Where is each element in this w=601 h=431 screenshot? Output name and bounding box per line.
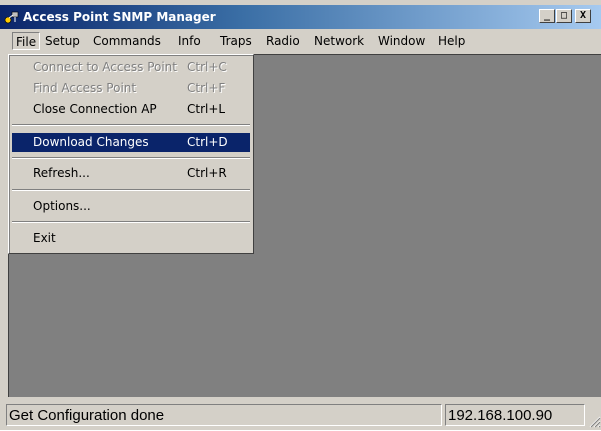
menu-window[interactable]: Window xyxy=(378,32,425,50)
menu-file[interactable]: File xyxy=(12,32,41,50)
menu-item-label: Download Changes xyxy=(33,135,149,149)
menu-separator xyxy=(12,221,250,223)
menu-item-label: Find Access Point xyxy=(33,81,137,95)
menu-item-options[interactable]: Options... xyxy=(12,197,250,216)
menu-info[interactable]: Info xyxy=(178,32,201,50)
menu-item-label: Connect to Access Point xyxy=(33,60,177,74)
app-network-icon[interactable] xyxy=(4,9,20,25)
minimize-button[interactable]: _ xyxy=(539,9,555,23)
menu-help[interactable]: Help xyxy=(438,32,465,50)
menu-item-exit[interactable]: Exit xyxy=(12,229,250,248)
app-window: Access Point SNMP Manager _ □ X File Set… xyxy=(0,0,601,430)
menu-item-shortcut: Ctrl+D xyxy=(187,135,228,149)
menu-item-shortcut: Ctrl+L xyxy=(187,102,226,116)
file-menu-dropdown: Connect to Access Point Ctrl+C Find Acce… xyxy=(8,54,254,254)
menu-item-label: Exit xyxy=(33,231,56,245)
window-title: Access Point SNMP Manager xyxy=(23,10,216,24)
maximize-button[interactable]: □ xyxy=(556,9,572,23)
menu-item-find-access-point[interactable]: Find Access Point Ctrl+F xyxy=(12,79,250,98)
menu-radio[interactable]: Radio xyxy=(266,32,300,50)
menu-item-refresh[interactable]: Refresh... Ctrl+R xyxy=(12,164,250,183)
status-ip-address: 192.168.100.90 xyxy=(445,404,585,426)
menu-separator xyxy=(12,124,250,126)
menu-item-shortcut: Ctrl+F xyxy=(187,81,226,95)
menu-bar: File Setup Commands Info Traps Radio Net… xyxy=(0,29,601,54)
close-button[interactable]: X xyxy=(575,9,591,23)
menu-item-label: Refresh... xyxy=(33,166,90,180)
title-bar[interactable]: Access Point SNMP Manager _ □ X xyxy=(0,5,601,29)
menu-item-shortcut: Ctrl+C xyxy=(187,60,227,74)
menu-item-close-connection-ap[interactable]: Close Connection AP Ctrl+L xyxy=(12,100,250,119)
menu-item-shortcut: Ctrl+R xyxy=(187,166,227,180)
menu-commands[interactable]: Commands xyxy=(93,32,161,50)
menu-traps[interactable]: Traps xyxy=(220,32,252,50)
menu-item-connect-to-access-point[interactable]: Connect to Access Point Ctrl+C xyxy=(12,58,250,77)
status-message: Get Configuration done xyxy=(6,404,442,426)
menu-item-download-changes[interactable]: Download Changes Ctrl+D xyxy=(12,133,250,152)
menu-setup[interactable]: Setup xyxy=(45,32,80,50)
menu-item-label: Close Connection AP xyxy=(33,102,157,116)
menu-separator xyxy=(12,157,250,159)
resize-grip-icon[interactable] xyxy=(587,414,601,428)
status-bar: Get Configuration done 192.168.100.90 xyxy=(0,399,601,430)
menu-network[interactable]: Network xyxy=(314,32,364,50)
menu-item-label: Options... xyxy=(33,199,91,213)
menu-separator xyxy=(12,189,250,191)
